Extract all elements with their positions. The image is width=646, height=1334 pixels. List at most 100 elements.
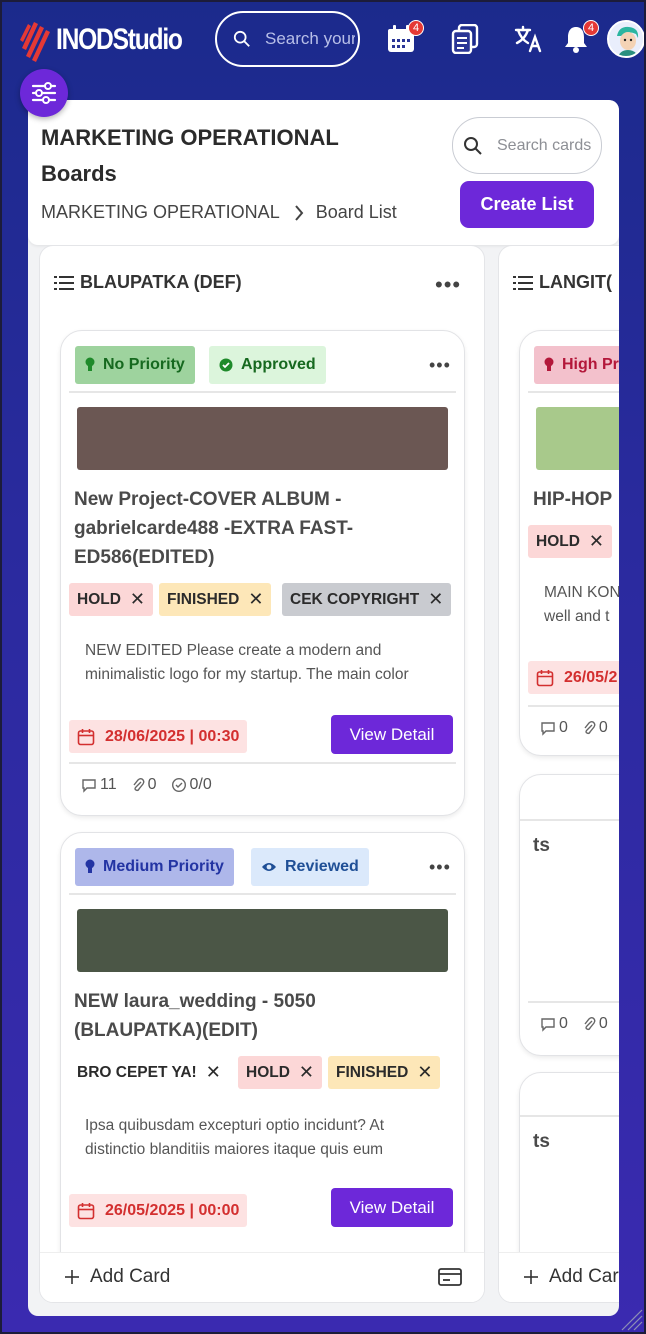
attachment-count: 0: [582, 1015, 608, 1033]
divider: [528, 705, 619, 707]
task-title[interactable]: New Project-COVER ALBUM - gabrielcarde48…: [74, 485, 414, 572]
add-card-button[interactable]: Add Card: [64, 1266, 170, 1288]
task-description: Ipsa quibusdam excepturi optio incidunt?…: [85, 1117, 393, 1166]
priority-badge: Medium Priority: [75, 848, 234, 886]
view-detail-button[interactable]: View Detail: [331, 715, 453, 754]
clipboard-icon: [451, 24, 479, 54]
checklist-count: 0/0: [171, 776, 212, 794]
board-panel: MARKETING OPERATIONAL Boards MARKETING O…: [28, 100, 619, 1316]
global-search[interactable]: [215, 11, 360, 67]
due-date-badge: 26/05/2025 | 00:00: [69, 1194, 248, 1227]
card-cover-image: [536, 407, 619, 470]
remove-tag-icon[interactable]: ✕: [299, 1062, 314, 1083]
card-meta: 0 0: [540, 719, 619, 737]
notification-button[interactable]: 4: [559, 20, 599, 56]
column-header: BLAUPATKA (DEF): [54, 272, 242, 293]
card-cover-image: [77, 407, 448, 470]
global-search-input[interactable]: [265, 29, 355, 49]
divider: [520, 1115, 619, 1117]
card-search[interactable]: [452, 117, 602, 174]
attachment-count: 0: [582, 719, 608, 737]
calendar-icon: [77, 728, 95, 745]
due-date-badge: 28/06/2025 | 00:30: [69, 720, 248, 753]
board-header: MARKETING OPERATIONAL Boards MARKETING O…: [28, 100, 619, 245]
divider: [69, 762, 456, 764]
calendar-icon: [536, 669, 554, 686]
resize-grip-icon[interactable]: [618, 1306, 644, 1332]
status-badge: Reviewed: [251, 848, 369, 886]
priority-badge: High Pr: [534, 346, 619, 384]
remove-tag-icon[interactable]: ✕: [248, 589, 263, 610]
plus-icon: [65, 1270, 79, 1284]
add-card-button[interactable]: Add Car: [523, 1266, 619, 1288]
calendar-icon: [77, 1202, 95, 1219]
brand-logo[interactable]: INODStudio: [20, 18, 209, 62]
card-meta: 11 0 0/0: [81, 776, 226, 794]
column-footer: Add Car: [499, 1252, 619, 1302]
comment-count: 11: [81, 776, 117, 794]
remove-tag-icon[interactable]: ✕: [428, 589, 443, 610]
create-list-button[interactable]: Create List: [460, 181, 594, 228]
notification-badge: 4: [583, 20, 599, 36]
bulb-icon: [85, 859, 95, 873]
brand-name: INODStudio: [56, 23, 183, 56]
task-title[interactable]: HIP-HOP: [533, 485, 619, 514]
column-menu-button[interactable]: •••: [435, 272, 461, 298]
card-meta: 0 0: [540, 1015, 619, 1033]
column-header: LANGIT(: [513, 272, 612, 293]
top-navbar: INODStudio 4: [0, 0, 646, 80]
card-menu-button[interactable]: •••: [429, 857, 451, 878]
attachment-count: 0: [131, 776, 157, 794]
divider: [528, 1001, 619, 1003]
divider: [520, 819, 619, 821]
list-icon: [513, 275, 533, 290]
card-menu-button[interactable]: •••: [429, 355, 451, 376]
task-card[interactable]: Medium Priority Reviewed ••• NEW laura_w…: [60, 832, 465, 1302]
tag-chip: CEK COPYRIGHT ✕: [282, 583, 452, 616]
tag-chip: HOLD ✕: [238, 1056, 323, 1089]
task-title[interactable]: ts: [533, 831, 619, 860]
column-title: BLAUPATKA (DEF): [80, 272, 242, 292]
due-date-badge: 26/05/2: [528, 661, 619, 694]
card-cover-image: [77, 909, 448, 972]
board-column: LANGIT( High Pr HIP-HOP HOLD ✕ MAIN KON w…: [498, 245, 619, 1303]
calendar-button[interactable]: 4: [384, 20, 424, 56]
column-footer: Add Card: [40, 1252, 484, 1302]
paperclip-icon: [133, 777, 145, 792]
card-search-input[interactable]: [497, 136, 592, 155]
task-title[interactable]: ts: [533, 1127, 619, 1156]
remove-tag-icon[interactable]: ✕: [589, 531, 604, 552]
task-description: MAIN KON well and t are lookin: [544, 584, 619, 633]
comment-count: 0: [540, 1015, 568, 1033]
clipboard-button[interactable]: [448, 22, 482, 56]
priority-badge: No Priority: [75, 346, 195, 384]
avatar[interactable]: [607, 20, 645, 58]
user-avatar-icon: [609, 22, 643, 56]
comment-icon: [541, 1018, 555, 1032]
status-badge: Approved: [209, 346, 326, 384]
task-card[interactable]: High Pr HIP-HOP HOLD ✕ MAIN KON well and …: [519, 330, 619, 756]
paperclip-icon: [584, 1016, 596, 1031]
bulb-icon: [544, 357, 554, 371]
language-button[interactable]: [512, 22, 546, 56]
remove-tag-icon[interactable]: ✕: [206, 1062, 221, 1083]
board-column: BLAUPATKA (DEF) ••• No Priority Approved…: [39, 245, 485, 1303]
task-card[interactable]: ts 0 0: [519, 774, 619, 1056]
sliders-icon: [31, 82, 57, 104]
divider: [528, 391, 619, 393]
check-circle-icon: [219, 358, 233, 372]
tag-chip: HOLD ✕: [69, 583, 154, 616]
remove-tag-icon[interactable]: ✕: [130, 589, 145, 610]
remove-tag-icon[interactable]: ✕: [417, 1062, 432, 1083]
comment-count: 0: [540, 719, 568, 737]
filter-button[interactable]: [20, 69, 68, 117]
view-detail-button[interactable]: View Detail: [331, 1188, 453, 1227]
breadcrumb: MARKETING OPERATIONAL Board List: [41, 202, 397, 223]
card-icon: [438, 1268, 462, 1286]
task-title[interactable]: NEW laura_wedding - 5050 (BLAUPATKA)(EDI…: [74, 987, 414, 1045]
breadcrumb-item[interactable]: MARKETING OPERATIONAL: [41, 202, 280, 223]
task-card[interactable]: No Priority Approved ••• New Project-COV…: [60, 330, 465, 816]
plus-icon: [524, 1270, 538, 1284]
search-icon: [464, 136, 482, 155]
card-template-button[interactable]: [438, 1267, 462, 1292]
